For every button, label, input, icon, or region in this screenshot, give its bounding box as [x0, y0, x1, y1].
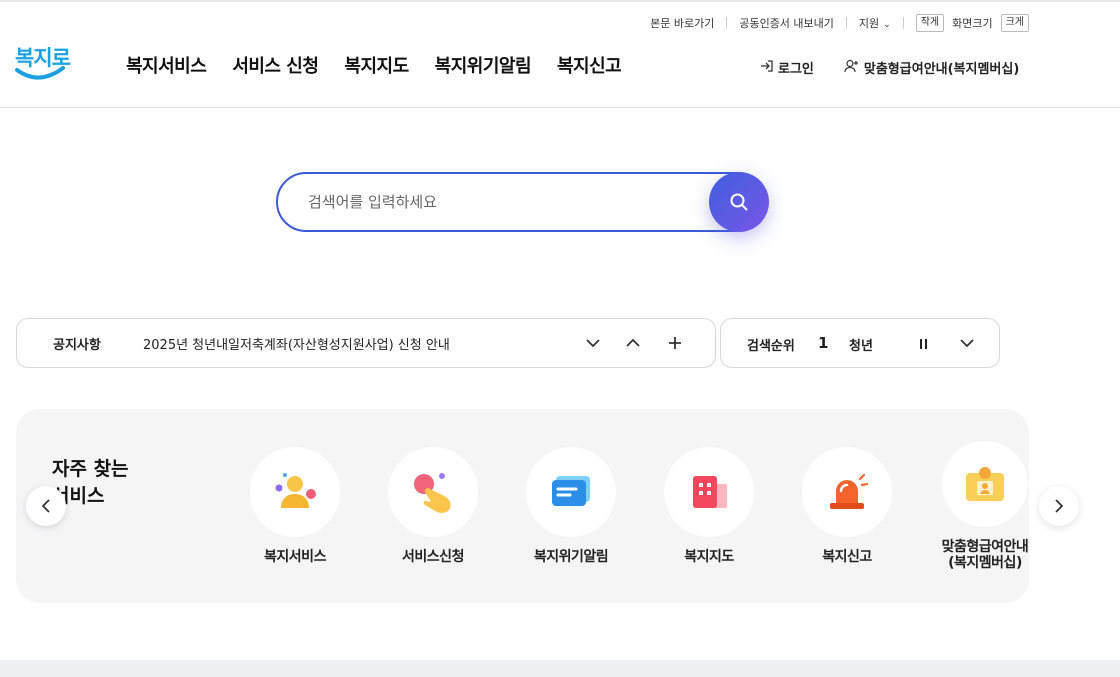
- nav-crisis-alert[interactable]: 복지위기알림: [435, 52, 532, 78]
- login-link[interactable]: 로그인: [760, 58, 814, 77]
- service-label: 맞춤형급여안내 (복지멤버십): [941, 539, 1029, 571]
- logo[interactable]: 복지로: [15, 42, 71, 86]
- notice-prev-button[interactable]: [621, 331, 645, 355]
- notice-label: 공지사항: [53, 337, 101, 353]
- chevron-down-icon: [586, 339, 600, 348]
- tap-hand-icon: [414, 473, 451, 513]
- search-button[interactable]: [709, 172, 769, 232]
- notice-bar: 공지사항 2025년 청년내일저축계좌(자산형성지원사업) 신청 안내: [16, 318, 716, 368]
- nav-service-apply[interactable]: 서비스 신청: [232, 52, 319, 78]
- service-label: 복지위기알림: [533, 549, 609, 565]
- divider: [845, 17, 847, 29]
- ranking-pause-button[interactable]: [911, 332, 935, 356]
- support-menu[interactable]: 지원 ⌄: [859, 15, 891, 31]
- service-icon-circle: [664, 447, 754, 537]
- carousel-prev-button[interactable]: [26, 486, 66, 526]
- service-label: 복지서비스: [264, 549, 326, 565]
- divider: [902, 17, 904, 29]
- font-small-button[interactable]: 작게: [915, 14, 945, 32]
- search-ranking: 검색순위 1 청년: [720, 318, 1000, 368]
- support-label: 지원: [858, 17, 880, 30]
- carousel-next-button[interactable]: [1039, 486, 1079, 526]
- utility-links: 본문 바로가기 공동인증서 내보내기 지원 ⌄ 작게 화면크기 크게: [650, 14, 1029, 32]
- service-icon-circle: [388, 447, 478, 537]
- service-label: 서비스신청: [402, 549, 464, 565]
- service-icon-circle: [802, 447, 892, 537]
- nav-welfare-report[interactable]: 복지신고: [557, 52, 622, 78]
- person-icon: [275, 473, 316, 508]
- pause-icon: [919, 339, 922, 349]
- siren-icon: [830, 473, 869, 509]
- chevron-up-icon: [626, 338, 640, 347]
- ranking-keyword[interactable]: 청년: [849, 335, 873, 354]
- user-plus-icon: [844, 59, 860, 77]
- plus-icon: [669, 337, 681, 349]
- login-icon: [760, 59, 774, 77]
- main-nav: 복지서비스 서비스 신청 복지지도 복지위기알림 복지신고: [126, 52, 622, 78]
- membership-label: 맞춤형급여안내(복지멤버십): [863, 62, 1020, 77]
- login-label: 로그인: [778, 62, 814, 77]
- message-icon: [552, 476, 590, 506]
- service-crisis-alert[interactable]: 복지위기알림: [516, 447, 626, 565]
- notice-next-button[interactable]: [581, 331, 605, 355]
- service-label: 복지지도: [684, 549, 734, 565]
- logo-swoosh-icon: [15, 66, 65, 80]
- service-icon-circle: [250, 447, 340, 537]
- font-large-button[interactable]: 크게: [1000, 14, 1029, 32]
- service-apply[interactable]: 서비스신청: [378, 447, 488, 565]
- frequent-services: 자주 찾는 서비스 복지서비스 서비스신청 복지위기알림 복지지도 복지신고 맞…: [16, 409, 1029, 603]
- notice-text[interactable]: 2025년 청년내일저축계좌(자산형성지원사업) 신청 안내: [143, 334, 450, 353]
- skip-to-content-link[interactable]: 본문 바로가기: [650, 15, 714, 31]
- chevron-right-icon: [1055, 499, 1064, 513]
- member-card-icon: [966, 467, 1004, 501]
- service-icon-circle: [526, 447, 616, 537]
- search-box: [276, 172, 768, 232]
- ranking-label: 검색순위: [747, 339, 795, 354]
- header: 본문 바로가기 공동인증서 내보내기 지원 ⌄ 작게 화면크기 크게 복지로 복지…: [0, 2, 1120, 108]
- chevron-down-icon: [960, 339, 974, 348]
- frequent-title: 자주 찾는 서비스: [52, 458, 129, 507]
- chevron-down-icon: ⌄: [883, 20, 891, 30]
- divider: [726, 17, 728, 29]
- footer-band: [0, 660, 1120, 677]
- nav-welfare-service[interactable]: 복지서비스: [126, 52, 207, 78]
- nav-welfare-map[interactable]: 복지지도: [344, 52, 409, 78]
- service-membership[interactable]: 맞춤형급여안내 (복지멤버십): [930, 441, 1040, 571]
- member-links: 로그인 맞춤형급여안내(복지멤버십): [760, 58, 1019, 77]
- notice-more-button[interactable]: [663, 331, 687, 355]
- membership-link[interactable]: 맞춤형급여안내(복지멤버십): [844, 58, 1019, 77]
- font-size-label: 화면크기: [952, 17, 993, 30]
- service-label: 복지신고: [822, 549, 872, 565]
- chevron-left-icon: [41, 499, 50, 513]
- service-welfare-map[interactable]: 복지지도: [654, 447, 764, 565]
- search-input[interactable]: [308, 174, 698, 230]
- service-icon-circle: [942, 441, 1028, 527]
- ranking-number: 1: [818, 334, 829, 352]
- ranking-expand-button[interactable]: [955, 331, 979, 355]
- building-icon: [693, 476, 727, 508]
- service-welfare[interactable]: 복지서비스: [240, 447, 350, 565]
- service-welfare-report[interactable]: 복지신고: [792, 447, 902, 565]
- search-icon: [730, 193, 748, 211]
- pause-icon: [924, 339, 927, 349]
- cert-export-link[interactable]: 공동인증서 내보내기: [739, 15, 834, 31]
